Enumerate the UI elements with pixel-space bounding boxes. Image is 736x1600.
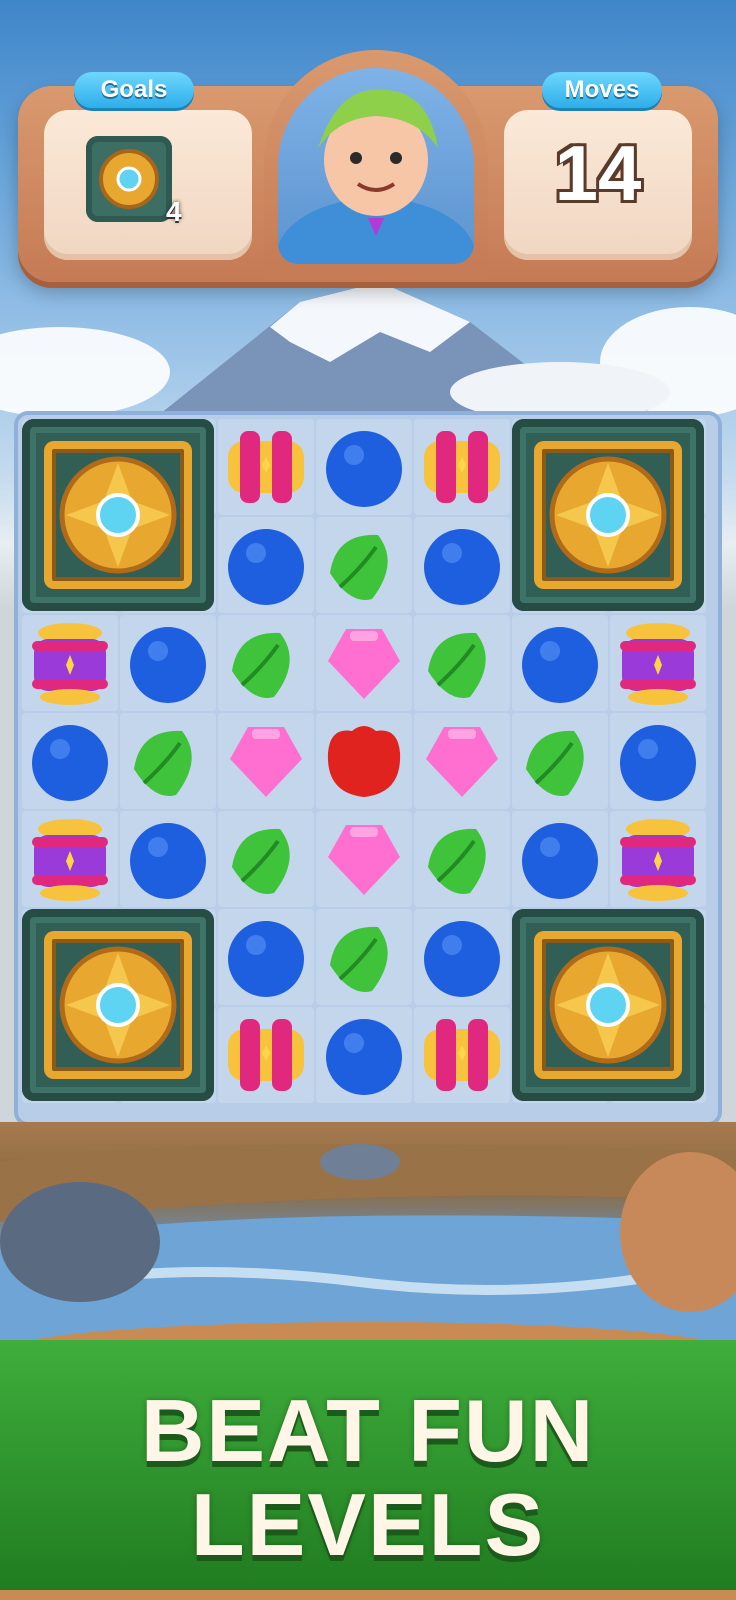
pink-piece-icon[interactable] xyxy=(414,713,510,813)
match3-board[interactable] xyxy=(18,415,718,1122)
blue-piece-icon[interactable] xyxy=(414,517,510,617)
goals-label: Goals xyxy=(74,72,194,108)
goal-tile-icon xyxy=(86,136,172,222)
pink-piece-icon[interactable] xyxy=(316,811,412,911)
character-portrait xyxy=(278,68,474,264)
barrel-piece-icon[interactable] xyxy=(218,1007,314,1107)
leaf-piece-icon[interactable] xyxy=(120,713,216,813)
lantern-piece-icon[interactable] xyxy=(22,615,118,715)
barrel-piece-icon[interactable] xyxy=(414,419,510,519)
red-piece-icon[interactable] xyxy=(316,713,412,813)
lantern-piece-icon[interactable] xyxy=(22,811,118,911)
leaf-piece-icon[interactable] xyxy=(316,909,412,1009)
blue-piece-icon[interactable] xyxy=(512,615,608,715)
blue-piece-icon[interactable] xyxy=(512,811,608,911)
banner-headline-line2: LEVELS xyxy=(190,1475,546,1574)
golden-gem-tile-icon[interactable] xyxy=(512,419,704,611)
leaf-piece-icon[interactable] xyxy=(414,811,510,911)
blue-piece-icon[interactable] xyxy=(316,419,412,519)
blue-piece-icon[interactable] xyxy=(414,909,510,1009)
pink-piece-icon[interactable] xyxy=(218,713,314,813)
leaf-piece-icon[interactable] xyxy=(218,811,314,911)
banner-headline-line1: BEAT FUN xyxy=(140,1381,596,1480)
blue-piece-icon[interactable] xyxy=(218,517,314,617)
golden-gem-tile-icon[interactable] xyxy=(22,909,214,1101)
character-portrait-frame xyxy=(264,50,488,276)
blue-piece-icon[interactable] xyxy=(22,713,118,813)
leaf-piece-icon[interactable] xyxy=(414,615,510,715)
golden-gem-tile-icon[interactable] xyxy=(512,909,704,1101)
mountain-background xyxy=(0,282,736,422)
barrel-piece-icon[interactable] xyxy=(218,419,314,519)
blue-piece-icon[interactable] xyxy=(316,1007,412,1107)
leaf-piece-icon[interactable] xyxy=(316,517,412,617)
hud-panel: Goals 4 Moves 14 xyxy=(18,50,718,282)
pink-piece-icon[interactable] xyxy=(316,615,412,715)
lantern-piece-icon[interactable] xyxy=(610,811,706,911)
leaf-piece-icon[interactable] xyxy=(512,713,608,813)
moves-label: Moves xyxy=(542,72,662,108)
blue-piece-icon[interactable] xyxy=(610,713,706,813)
moves-counter: 14 xyxy=(554,129,642,217)
barrel-piece-icon[interactable] xyxy=(414,1007,510,1107)
blue-piece-icon[interactable] xyxy=(120,811,216,911)
leaf-piece-icon[interactable] xyxy=(218,615,314,715)
lantern-piece-icon[interactable] xyxy=(610,615,706,715)
game-scene: Goals 4 Moves 14 BEAT FUN LEVELS xyxy=(0,0,736,1600)
river-background xyxy=(0,1122,736,1342)
blue-piece-icon[interactable] xyxy=(218,909,314,1009)
blue-piece-icon[interactable] xyxy=(120,615,216,715)
goal-count: 4 xyxy=(166,196,182,227)
golden-gem-tile-icon[interactable] xyxy=(22,419,214,611)
